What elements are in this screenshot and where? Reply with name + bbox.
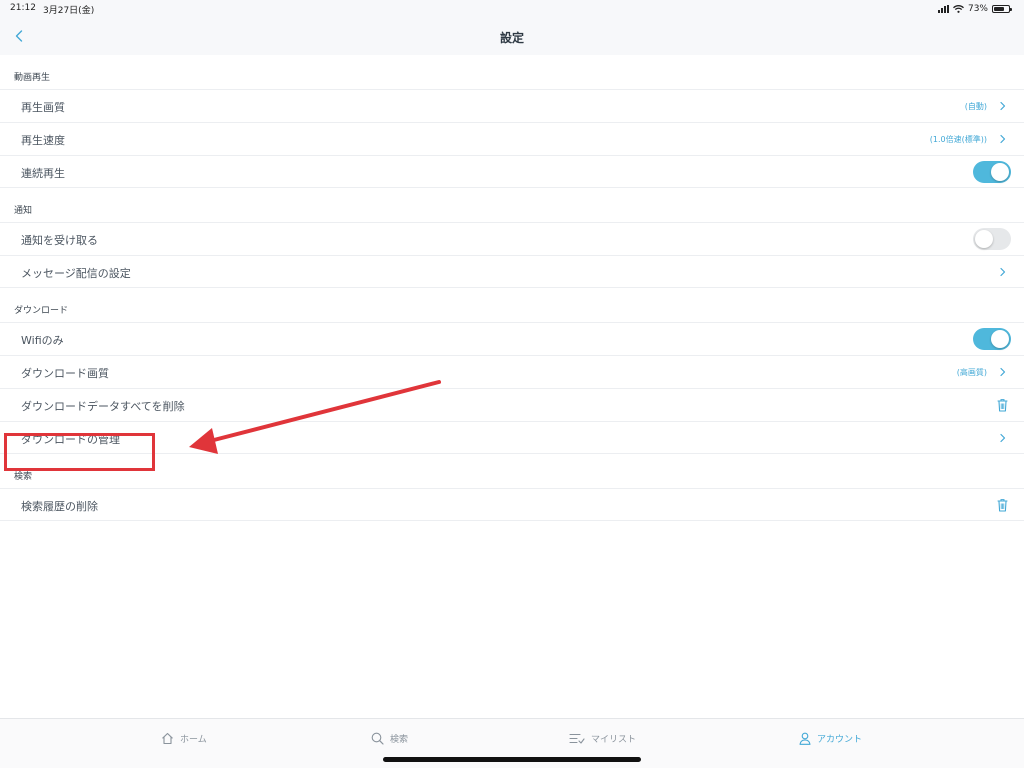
row-label: メッセージ配信の設定: [21, 267, 131, 280]
wifi-icon: [953, 5, 964, 13]
section-header-download: ダウンロード: [0, 288, 1024, 322]
notifications-toggle[interactable]: [973, 228, 1011, 250]
group-search: 検索履歴の削除: [0, 488, 1024, 521]
row-label: 連続再生: [21, 167, 65, 180]
status-indicators: 73%: [937, 2, 1012, 16]
page-title: 設定: [499, 31, 524, 45]
search-icon: [371, 732, 384, 745]
annotation-highlight-box: [4, 433, 155, 471]
list-icon: [569, 733, 585, 744]
tab-label: マイリスト: [591, 734, 637, 745]
row-wifi-only: Wifiのみ: [0, 322, 1024, 355]
row-label: 通知を受け取る: [21, 234, 98, 247]
wifi-only-toggle[interactable]: [973, 328, 1011, 350]
group-notifications: 通知を受け取る メッセージ配信の設定: [0, 222, 1024, 288]
row-playback-speed[interactable]: 再生速度 (1.0倍速(標準)): [0, 122, 1024, 155]
row-value: (自動): [964, 102, 987, 111]
home-icon: [162, 732, 173, 744]
status-date: 3月27日(金): [43, 6, 95, 16]
toggle-knob: [991, 163, 1009, 181]
group-playback: 再生画質 (自動) 再生速度 (1.0倍速(標準)) 連続再生: [0, 89, 1024, 188]
row-label: ダウンロードデータすべてを削除: [21, 400, 185, 413]
tab-label: アカウント: [817, 734, 863, 745]
chevron-right-icon: [1000, 367, 1006, 377]
chevron-right-icon: [1000, 267, 1006, 277]
row-label: 検索履歴の削除: [21, 500, 98, 513]
row-receive-notifications: 通知を受け取る: [0, 222, 1024, 255]
top-bar: 21:12 3月27日(金) 73% 設定: [0, 0, 1024, 55]
toggle-knob: [975, 230, 993, 248]
home-indicator: [383, 757, 641, 762]
user-icon: [799, 732, 811, 745]
row-label: ダウンロード画質: [21, 367, 109, 380]
cellular-signal-icon: [937, 5, 949, 13]
chevron-right-icon: [1000, 134, 1006, 144]
section-header-playback: 動画再生: [0, 55, 1024, 89]
row-message-settings[interactable]: メッセージ配信の設定: [0, 255, 1024, 288]
tab-account[interactable]: アカウント: [799, 730, 862, 746]
autoplay-toggle[interactable]: [973, 161, 1011, 183]
row-download-quality[interactable]: ダウンロード画質 (高画質): [0, 355, 1024, 388]
row-delete-all-downloads[interactable]: ダウンロードデータすべてを削除: [0, 388, 1024, 421]
chevron-right-icon: [1000, 101, 1006, 111]
row-delete-search-history[interactable]: 検索履歴の削除: [0, 488, 1024, 521]
row-autoplay: 連続再生: [0, 155, 1024, 188]
tab-label: ホーム: [180, 734, 207, 745]
tab-mylist[interactable]: マイリスト: [569, 730, 636, 746]
tab-search[interactable]: 検索: [371, 730, 408, 746]
tab-home[interactable]: ホーム: [161, 730, 207, 746]
section-header-notifications: 通知: [0, 188, 1024, 222]
battery-icon: [992, 5, 1012, 13]
tab-label: 検索: [390, 734, 409, 745]
row-label: 再生画質: [21, 101, 65, 114]
chevron-right-icon: [1000, 433, 1006, 443]
row-label: 再生速度: [21, 134, 65, 147]
row-playback-quality[interactable]: 再生画質 (自動): [0, 89, 1024, 122]
row-value: (高画質): [956, 368, 987, 377]
battery-percent: 73%: [967, 4, 988, 14]
status-time: 21:12: [10, 3, 36, 13]
trash-icon[interactable]: [997, 498, 1008, 512]
row-label: Wifiのみ: [21, 334, 64, 347]
trash-icon[interactable]: [997, 398, 1008, 412]
row-value: (1.0倍速(標準)): [929, 135, 987, 144]
toggle-knob: [991, 330, 1009, 348]
